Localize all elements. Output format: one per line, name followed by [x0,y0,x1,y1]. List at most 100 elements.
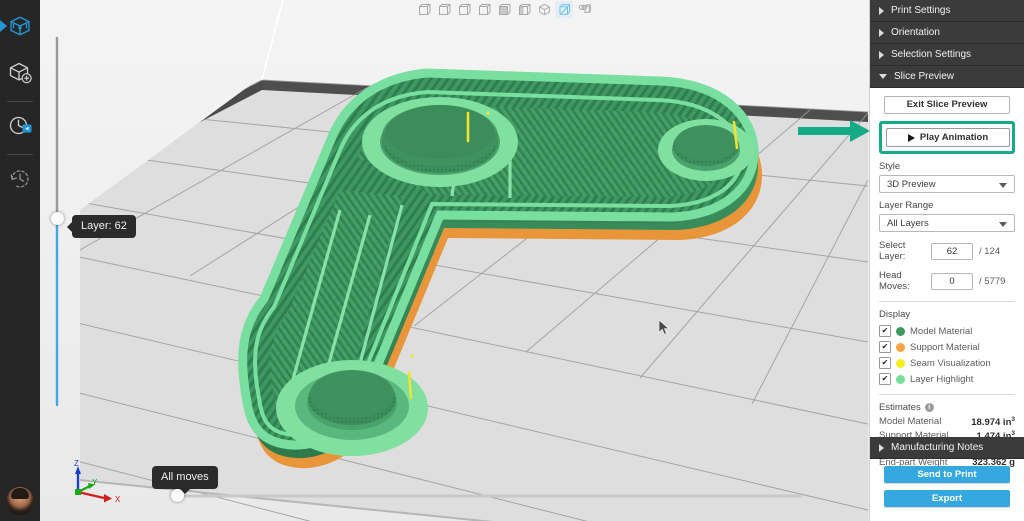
checkbox-model-material[interactable]: ✔ [879,325,891,337]
head-moves-total: / 5779 [979,275,1006,287]
exit-slice-preview-button[interactable]: Exit Slice Preview [884,96,1010,114]
select-layer-label: Select Layer: [879,240,906,262]
rail-divider-1 [7,101,33,102]
moves-slider-tooltip: All moves [152,466,218,494]
model-view-icon [7,14,33,45]
estimate-value-superscript: 3 [1011,416,1015,423]
active-indicator-caret [0,20,7,32]
panel-action-buttons: Send to Print Export [870,466,1024,514]
layer-range-select[interactable]: All Layers [879,214,1015,232]
sidebar-item-history[interactable] [0,158,40,204]
moves-slider-knob[interactable] [171,489,184,502]
chevron-down-icon [999,183,1007,188]
estimate-label: Model Material [879,416,942,427]
view-top-icon[interactable] [495,1,513,18]
chevron-right-icon [879,443,884,452]
annotation-arrow-icon [798,120,870,142]
model-hub-right [658,119,754,181]
display-item-label: Model Material [910,325,973,337]
play-animation-highlight: Play Animation [879,121,1015,154]
3d-viewport[interactable]: Z Y X Layer: 62 All moves [40,0,870,521]
rail-divider-2 [7,154,33,155]
head-moves-input[interactable] [931,272,973,290]
select-layer-total: / 124 [979,245,1001,257]
estimate-value-text: 18.974 in [971,417,1012,429]
layer-slider-tooltip: Layer: 62 [67,215,136,238]
display-item-label: Support Material [910,341,980,353]
right-settings-panel: Print Settings Orientation Selection Set… [869,0,1024,521]
sidebar-item-print-queue[interactable] [0,105,40,151]
view-back-icon[interactable] [435,1,453,18]
color-swatch-support-material [896,342,905,352]
3d-scene: Z Y X [55,0,869,521]
view-iso-icon[interactable] [535,1,553,18]
chevron-down-icon [879,74,887,79]
checkbox-support-material[interactable]: ✔ [879,341,891,353]
chevron-right-icon [879,6,884,15]
section-header-print-settings[interactable]: Print Settings [870,0,1024,22]
slice-preview-body: Exit Slice Preview Play Animation Style … [870,88,1024,474]
section-title: Selection Settings [891,49,972,60]
estimate-value: 18.974 in3 [971,416,1015,428]
view-fit-icon[interactable] [555,0,573,18]
sidebar-item-model-view[interactable] [0,6,40,52]
display-item-layer-highlight[interactable]: ✔ Layer Highlight [879,373,1015,385]
estimates-header: Estimates i [879,402,1015,413]
slicer-application-window: Z Y X Layer: 62 All moves Print Settings… [0,0,1024,521]
info-icon[interactable]: i [924,403,934,412]
add-model-icon [7,60,33,91]
view-orientation-toolbar[interactable] [415,0,593,18]
chevron-right-icon [879,28,884,37]
mouse-cursor-icon [658,319,670,335]
estimates-label: Estimates [879,402,921,413]
layer-range-label: Layer Range [879,200,934,211]
color-swatch-layer-highlight [896,374,905,384]
panel-divider [879,301,1015,302]
export-button[interactable]: Export [884,490,1010,507]
send-to-print-button[interactable]: Send to Print [884,466,1010,483]
model-hub-upper-left [362,97,518,187]
view-perspective-icon[interactable] [575,1,593,18]
color-swatch-model-material [896,326,905,336]
section-header-manufacturing-notes[interactable]: Manufacturing Notes [870,437,1024,459]
style-select-value: 3D Preview [887,178,936,190]
head-moves-row: Head Moves: / 5779 [879,270,1015,292]
layer-slider-knob[interactable] [51,212,64,225]
section-title: Print Settings [891,5,951,16]
layer-range-select-value: All Layers [887,217,929,229]
checkbox-layer-highlight[interactable]: ✔ [879,373,891,385]
queue-history-icon [7,113,33,144]
avatar[interactable] [6,487,34,515]
section-header-orientation[interactable]: Orientation [870,22,1024,44]
view-bottom-icon[interactable] [515,1,533,18]
play-animation-button[interactable]: Play Animation [886,128,1010,147]
view-front-icon[interactable] [415,1,433,18]
view-left-icon[interactable] [455,1,473,18]
chevron-right-icon [879,50,884,59]
display-item-seam-visualization[interactable]: ✔ Seam Visualization [879,357,1015,369]
play-animation-label: Play Animation [919,132,989,143]
display-item-label: Seam Visualization [910,357,991,369]
section-header-slice-preview[interactable]: Slice Preview [870,66,1024,88]
view-right-icon[interactable] [475,1,493,18]
model-hub-lower [276,360,428,456]
section-header-selection-settings[interactable]: Selection Settings [870,44,1024,66]
select-layer-input[interactable] [931,242,973,260]
display-item-model-material[interactable]: ✔ Model Material [879,325,1015,337]
section-title: Orientation [891,27,940,38]
style-label: Style [879,161,901,172]
display-label: Display [879,309,911,320]
head-moves-label: Head Moves: [879,270,910,292]
display-item-support-material[interactable]: ✔ Support Material [879,341,1015,353]
svg-text:X: X [115,495,121,504]
section-title: Slice Preview [894,71,955,82]
recent-history-icon [7,166,33,197]
checkbox-seam-visualization[interactable]: ✔ [879,357,891,369]
select-layer-row: Select Layer: / 124 [879,240,1015,262]
svg-text:Y: Y [92,478,98,487]
section-title: Manufacturing Notes [891,442,984,453]
sidebar-item-add-model[interactable] [0,52,40,98]
svg-text:Z: Z [74,459,79,468]
style-select[interactable]: 3D Preview [879,175,1015,193]
panel-divider-2 [879,394,1015,395]
